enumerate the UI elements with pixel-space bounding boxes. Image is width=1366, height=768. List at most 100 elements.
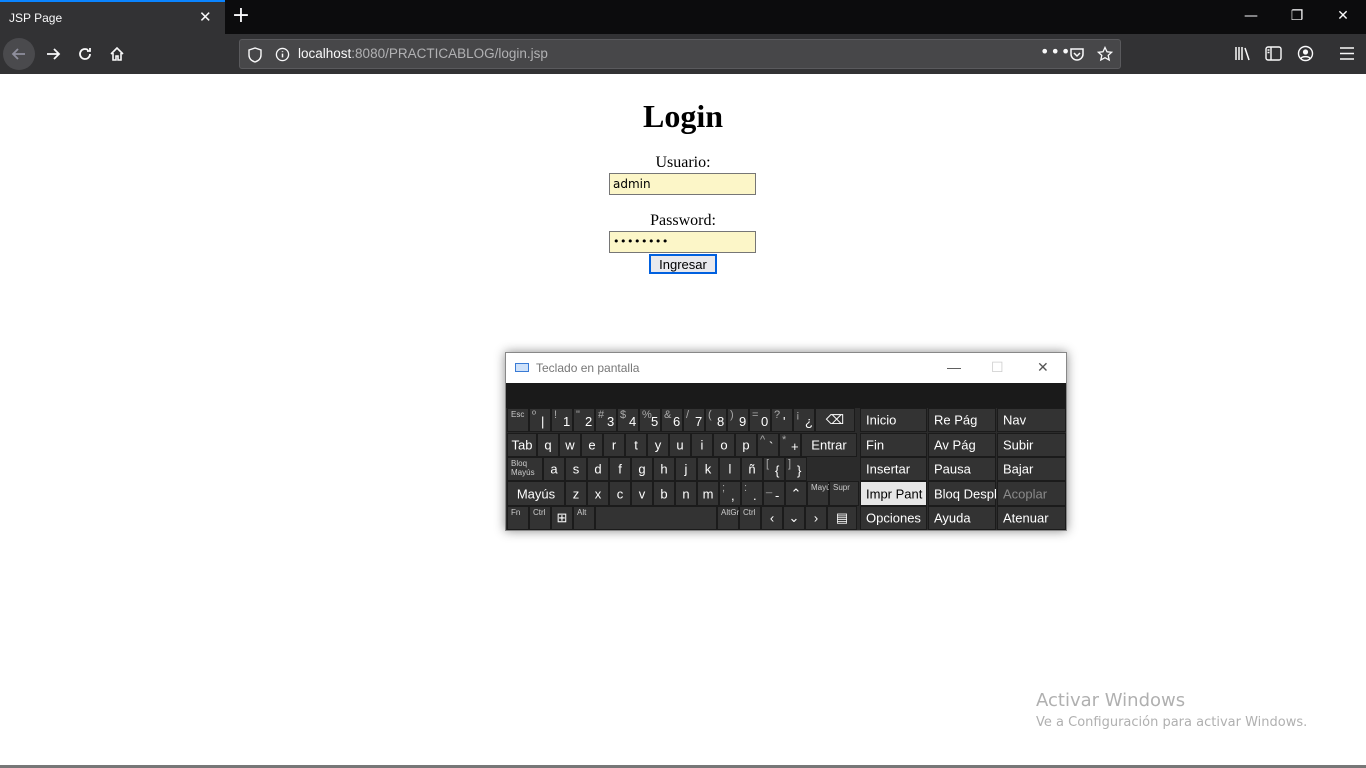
osk-key[interactable]: Ctrl xyxy=(529,506,551,530)
password-input[interactable]: •••••••• xyxy=(609,231,756,253)
url-bar[interactable]: localhost:8080/PRACTICABLOG/login.jsp ••… xyxy=(239,39,1121,69)
osk-key[interactable]: ⌄ xyxy=(783,506,805,530)
osk-nav-key[interactable]: Impr Pant xyxy=(860,481,927,506)
osk-key[interactable]: º | xyxy=(529,408,551,432)
osk-maximize-button[interactable]: ☐ xyxy=(991,359,1004,376)
osk-key[interactable]: ^ ` xyxy=(757,433,779,457)
sidebar-icon[interactable] xyxy=(1265,46,1282,61)
osk-key[interactable]: v xyxy=(631,481,653,506)
osk-key[interactable]: d xyxy=(587,457,609,481)
osk-key[interactable]: Mayús xyxy=(507,481,565,506)
osk-key[interactable]: a xyxy=(543,457,565,481)
osk-nav-key[interactable]: Nav xyxy=(997,408,1066,432)
osk-key[interactable]: y xyxy=(647,433,669,457)
menu-icon[interactable] xyxy=(1339,46,1355,61)
osk-key[interactable]: ‹ xyxy=(761,506,783,530)
osk-key[interactable]: % 5 xyxy=(639,408,661,432)
back-button[interactable] xyxy=(3,38,35,70)
osk-key[interactable]: o xyxy=(713,433,735,457)
osk-key[interactable]: Ctrl xyxy=(739,506,761,530)
tab-close-icon[interactable]: ✕ xyxy=(199,8,212,26)
osk-key[interactable]: Alt xyxy=(573,506,595,530)
osk-nav-key[interactable]: Atenuar xyxy=(997,506,1066,530)
osk-key[interactable]: i xyxy=(691,433,713,457)
reload-button[interactable] xyxy=(69,38,101,70)
osk-nav-key[interactable]: Opciones xyxy=(860,506,927,530)
osk-key[interactable]: ⌃ xyxy=(785,481,807,506)
osk-nav-key[interactable]: Ayuda xyxy=(928,506,996,530)
osk-nav-key[interactable]: Subir xyxy=(997,433,1066,457)
osk-key[interactable]: Tab xyxy=(507,433,537,457)
tab-jsp-page[interactable]: JSP Page ✕ xyxy=(0,0,225,34)
osk-key[interactable]: z xyxy=(565,481,587,506)
home-button[interactable] xyxy=(101,38,133,70)
more-icon[interactable]: ••• xyxy=(1040,42,1071,61)
osk-key[interactable]: AltGr xyxy=(717,506,739,530)
osk-key[interactable]: b xyxy=(653,481,675,506)
window-close-button[interactable]: ✕ xyxy=(1333,6,1353,26)
info-icon[interactable] xyxy=(275,47,290,62)
osk-nav-key[interactable]: Fin xyxy=(860,433,927,457)
osk-key[interactable]: l xyxy=(719,457,741,481)
osk-key[interactable]: ñ xyxy=(741,457,763,481)
osk-key[interactable]: ]} xyxy=(785,457,807,481)
osk-key[interactable]: n xyxy=(675,481,697,506)
osk-key[interactable]: & 6 xyxy=(661,408,683,432)
osk-key[interactable]: ¡ ¿ xyxy=(793,408,815,432)
osk-key[interactable] xyxy=(595,506,717,530)
osk-key[interactable]: x xyxy=(587,481,609,506)
osk-key[interactable]: Fn xyxy=(507,506,529,530)
new-tab-button[interactable]: + xyxy=(230,3,252,29)
osk-key[interactable]: ! 1 xyxy=(551,408,573,432)
osk-nav-key[interactable]: Bloq Despl xyxy=(928,481,997,506)
window-restore-button[interactable]: ❐ xyxy=(1287,6,1307,26)
osk-key[interactable]: f xyxy=(609,457,631,481)
osk-key[interactable]: q xyxy=(537,433,559,457)
osk-key[interactable]: ⌫ xyxy=(815,408,855,432)
usuario-input[interactable] xyxy=(609,173,756,195)
osk-key[interactable]: " 2 xyxy=(573,408,595,432)
osk-key[interactable]: ;, xyxy=(719,481,741,506)
osk-key[interactable]: u xyxy=(669,433,691,457)
star-icon[interactable] xyxy=(1097,46,1113,62)
osk-key[interactable]: p xyxy=(735,433,757,457)
osk-key[interactable]: m xyxy=(697,481,719,506)
osk-key[interactable]: ? ' xyxy=(771,408,793,432)
osk-key[interactable]: › xyxy=(805,506,827,530)
window-minimize-button[interactable]: — xyxy=(1241,6,1261,26)
url-text[interactable]: localhost:8080/PRACTICABLOG/login.jsp xyxy=(298,46,548,61)
osk-key[interactable]: Mayús xyxy=(807,481,835,506)
library-icon[interactable] xyxy=(1234,46,1251,61)
forward-button[interactable] xyxy=(37,38,69,70)
osk-key[interactable]: w xyxy=(559,433,581,457)
account-icon[interactable] xyxy=(1297,45,1314,62)
osk-key[interactable]: (8 xyxy=(705,408,727,432)
osk-key[interactable]: ⊞ xyxy=(551,506,573,530)
osk-key[interactable]: _ - xyxy=(763,481,785,506)
osk-key[interactable]: [{ xyxy=(763,457,785,481)
osk-key[interactable]: j xyxy=(675,457,697,481)
osk-key[interactable]: :. xyxy=(741,481,763,506)
osk-key[interactable]: s xyxy=(565,457,587,481)
osk-key[interactable]: e xyxy=(581,433,603,457)
osk-nav-key[interactable]: Pausa xyxy=(928,457,996,481)
osk-key[interactable]: r xyxy=(603,433,625,457)
osk-key[interactable]: Entrar xyxy=(801,433,857,457)
osk-key[interactable]: Supr xyxy=(829,481,859,506)
ingresar-button[interactable]: Ingresar xyxy=(649,254,717,274)
osk-key[interactable]: t xyxy=(625,433,647,457)
osk-key[interactable]: g xyxy=(631,457,653,481)
osk-nav-key[interactable]: Re Pág xyxy=(928,408,996,432)
osk-nav-key[interactable]: Bajar xyxy=(997,457,1066,481)
osk-nav-key[interactable]: Acoplar xyxy=(997,481,1066,506)
osk-minimize-button[interactable]: — xyxy=(947,359,961,375)
osk-nav-key[interactable]: Inicio xyxy=(860,408,927,432)
osk-key[interactable]: * + xyxy=(779,433,801,457)
shield-icon[interactable] xyxy=(248,47,262,63)
osk-key[interactable]: ▤ xyxy=(827,506,857,530)
osk-nav-key[interactable]: Insertar xyxy=(860,457,927,481)
osk-nav-key[interactable]: Av Pág xyxy=(928,433,996,457)
osk-close-button[interactable]: ✕ xyxy=(1037,359,1049,376)
pocket-icon[interactable] xyxy=(1069,47,1085,62)
osk-key[interactable]: /7 xyxy=(683,408,705,432)
